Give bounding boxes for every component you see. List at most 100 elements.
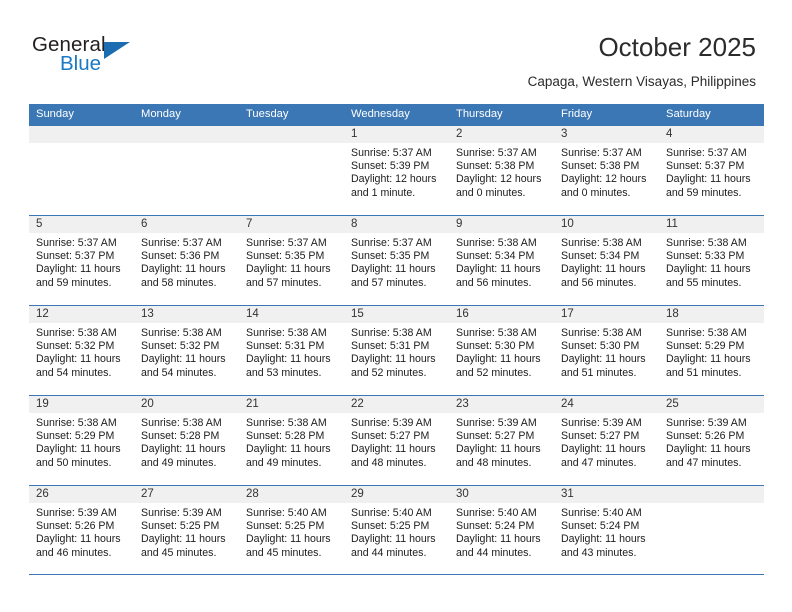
brand-name-bottom: Blue	[60, 52, 102, 75]
sunrise-text: Sunrise: 5:37 AM	[351, 147, 432, 159]
day-number-band: 5	[29, 216, 134, 233]
sunrise-text: Sunrise: 5:39 AM	[141, 507, 222, 519]
day-cell[interactable]: 21 Sunrise: 5:38 AM Sunset: 5:28 PM Dayl…	[239, 396, 344, 485]
day-details: Sunrise: 5:40 AM Sunset: 5:25 PM Dayligh…	[239, 503, 344, 560]
day-cell[interactable]: 7 Sunrise: 5:37 AM Sunset: 5:35 PM Dayli…	[239, 216, 344, 305]
day-number-band: 8	[344, 216, 449, 233]
day-details: Sunrise: 5:37 AM Sunset: 5:39 PM Dayligh…	[344, 143, 449, 200]
day-cell[interactable]: 29 Sunrise: 5:40 AM Sunset: 5:25 PM Dayl…	[344, 486, 449, 574]
day-cell[interactable]: 20 Sunrise: 5:38 AM Sunset: 5:28 PM Dayl…	[134, 396, 239, 485]
sunrise-text: Sunrise: 5:39 AM	[351, 417, 432, 429]
day-details: Sunrise: 5:39 AM Sunset: 5:27 PM Dayligh…	[554, 413, 659, 470]
sunrise-text: Sunrise: 5:37 AM	[351, 237, 432, 249]
daylight-text-line1: Daylight: 12 hours	[456, 173, 542, 186]
daylight-text-line2: and 45 minutes.	[141, 546, 217, 559]
sunrise-text: Sunrise: 5:37 AM	[246, 237, 327, 249]
day-cell[interactable]: 1 Sunrise: 5:37 AM Sunset: 5:39 PM Dayli…	[344, 126, 449, 215]
day-cell[interactable]: 2 Sunrise: 5:37 AM Sunset: 5:38 PM Dayli…	[449, 126, 554, 215]
day-cell[interactable]: 14 Sunrise: 5:38 AM Sunset: 5:31 PM Dayl…	[239, 306, 344, 395]
daylight-text-line2: and 44 minutes.	[351, 546, 427, 559]
day-details: Sunrise: 5:38 AM Sunset: 5:29 PM Dayligh…	[29, 413, 134, 470]
day-number: 7	[246, 218, 253, 230]
day-cell[interactable]: 5 Sunrise: 5:37 AM Sunset: 5:37 PM Dayli…	[29, 216, 134, 305]
day-cell[interactable]: 3 Sunrise: 5:37 AM Sunset: 5:38 PM Dayli…	[554, 126, 659, 215]
day-details	[239, 143, 344, 147]
day-cell[interactable]: 23 Sunrise: 5:39 AM Sunset: 5:27 PM Dayl…	[449, 396, 554, 485]
day-cell[interactable]: 17 Sunrise: 5:38 AM Sunset: 5:30 PM Dayl…	[554, 306, 659, 395]
day-number-band: 26	[29, 486, 134, 503]
day-cell[interactable]: 22 Sunrise: 5:39 AM Sunset: 5:27 PM Dayl…	[344, 396, 449, 485]
sunset-text: Sunset: 5:28 PM	[141, 430, 220, 443]
day-cell[interactable]: 27 Sunrise: 5:39 AM Sunset: 5:25 PM Dayl…	[134, 486, 239, 574]
day-cell[interactable]: 11 Sunrise: 5:38 AM Sunset: 5:33 PM Dayl…	[659, 216, 764, 305]
day-cell[interactable]: 15 Sunrise: 5:38 AM Sunset: 5:31 PM Dayl…	[344, 306, 449, 395]
day-cell[interactable]: 26 Sunrise: 5:39 AM Sunset: 5:26 PM Dayl…	[29, 486, 134, 574]
dow-thursday: Thursday	[456, 108, 503, 120]
day-cell[interactable]: 12 Sunrise: 5:38 AM Sunset: 5:32 PM Dayl…	[29, 306, 134, 395]
day-number-band: 17	[554, 306, 659, 323]
day-number-band: 15	[344, 306, 449, 323]
day-cell[interactable]: 18 Sunrise: 5:38 AM Sunset: 5:29 PM Dayl…	[659, 306, 764, 395]
day-details: Sunrise: 5:37 AM Sunset: 5:35 PM Dayligh…	[344, 233, 449, 290]
day-cell[interactable]: 8 Sunrise: 5:37 AM Sunset: 5:35 PM Dayli…	[344, 216, 449, 305]
daylight-text-line2: and 48 minutes.	[456, 456, 532, 469]
day-cell[interactable]: 24 Sunrise: 5:39 AM Sunset: 5:27 PM Dayl…	[554, 396, 659, 485]
sunset-text: Sunset: 5:33 PM	[666, 250, 745, 263]
day-details: Sunrise: 5:40 AM Sunset: 5:25 PM Dayligh…	[344, 503, 449, 560]
day-cell[interactable]: 10 Sunrise: 5:38 AM Sunset: 5:34 PM Dayl…	[554, 216, 659, 305]
day-number: 25	[666, 398, 679, 410]
day-details: Sunrise: 5:38 AM Sunset: 5:31 PM Dayligh…	[344, 323, 449, 380]
day-cell[interactable]: 16 Sunrise: 5:38 AM Sunset: 5:30 PM Dayl…	[449, 306, 554, 395]
day-cell[interactable]: 28 Sunrise: 5:40 AM Sunset: 5:25 PM Dayl…	[239, 486, 344, 574]
daylight-text-line1: Daylight: 11 hours	[456, 443, 541, 456]
sunrise-text: Sunrise: 5:37 AM	[456, 147, 537, 159]
day-cell[interactable]: 31 Sunrise: 5:40 AM Sunset: 5:24 PM Dayl…	[554, 486, 659, 574]
day-details: Sunrise: 5:38 AM Sunset: 5:30 PM Dayligh…	[554, 323, 659, 380]
day-number: 20	[141, 398, 154, 410]
day-cell[interactable]: 19 Sunrise: 5:38 AM Sunset: 5:29 PM Dayl…	[29, 396, 134, 485]
day-cell[interactable]	[29, 126, 134, 215]
calendar-page: General Blue October 2025 Capaga, Wester…	[0, 0, 792, 612]
day-cell[interactable]	[659, 486, 764, 574]
day-number: 10	[561, 218, 574, 230]
day-number: 14	[246, 308, 259, 320]
day-number: 27	[141, 488, 154, 500]
day-cell[interactable]: 25 Sunrise: 5:39 AM Sunset: 5:26 PM Dayl…	[659, 396, 764, 485]
sunrise-text: Sunrise: 5:37 AM	[561, 147, 642, 159]
daylight-text-line2: and 54 minutes.	[36, 366, 112, 379]
sunset-text: Sunset: 5:35 PM	[246, 250, 325, 263]
sunset-text: Sunset: 5:37 PM	[36, 250, 115, 263]
day-cell[interactable]: 30 Sunrise: 5:40 AM Sunset: 5:24 PM Dayl…	[449, 486, 554, 574]
day-cell[interactable]: 6 Sunrise: 5:37 AM Sunset: 5:36 PM Dayli…	[134, 216, 239, 305]
sunrise-text: Sunrise: 5:39 AM	[456, 417, 537, 429]
day-number-band: 12	[29, 306, 134, 323]
day-details: Sunrise: 5:38 AM Sunset: 5:29 PM Dayligh…	[659, 323, 764, 380]
day-number: 24	[561, 398, 574, 410]
daylight-text-line1: Daylight: 11 hours	[351, 533, 436, 546]
day-details: Sunrise: 5:38 AM Sunset: 5:28 PM Dayligh…	[239, 413, 344, 470]
day-number-band	[239, 126, 344, 143]
day-number-band: 16	[449, 306, 554, 323]
daylight-text-line1: Daylight: 11 hours	[561, 533, 646, 546]
sunrise-text: Sunrise: 5:39 AM	[36, 507, 117, 519]
daylight-text-line2: and 52 minutes.	[351, 366, 427, 379]
day-number-band: 11	[659, 216, 764, 233]
day-cell[interactable]	[239, 126, 344, 215]
daylight-text-line2: and 54 minutes.	[141, 366, 217, 379]
day-details: Sunrise: 5:37 AM Sunset: 5:36 PM Dayligh…	[134, 233, 239, 290]
day-details: Sunrise: 5:38 AM Sunset: 5:28 PM Dayligh…	[134, 413, 239, 470]
daylight-text-line2: and 47 minutes.	[666, 456, 742, 469]
day-number-band	[134, 126, 239, 143]
sunset-text: Sunset: 5:38 PM	[561, 160, 640, 173]
day-cell[interactable]: 13 Sunrise: 5:38 AM Sunset: 5:32 PM Dayl…	[134, 306, 239, 395]
sunset-text: Sunset: 5:34 PM	[561, 250, 640, 263]
day-cell[interactable]: 9 Sunrise: 5:38 AM Sunset: 5:34 PM Dayli…	[449, 216, 554, 305]
day-cell[interactable]	[134, 126, 239, 215]
sunrise-text: Sunrise: 5:38 AM	[141, 327, 222, 339]
sunset-text: Sunset: 5:29 PM	[36, 430, 115, 443]
brand-logo[interactable]: General Blue	[32, 34, 182, 86]
calendar-week-row: 26 Sunrise: 5:39 AM Sunset: 5:26 PM Dayl…	[29, 485, 764, 575]
day-details: Sunrise: 5:38 AM Sunset: 5:30 PM Dayligh…	[449, 323, 554, 380]
day-cell[interactable]: 4 Sunrise: 5:37 AM Sunset: 5:37 PM Dayli…	[659, 126, 764, 215]
daylight-text-line2: and 57 minutes.	[351, 276, 427, 289]
